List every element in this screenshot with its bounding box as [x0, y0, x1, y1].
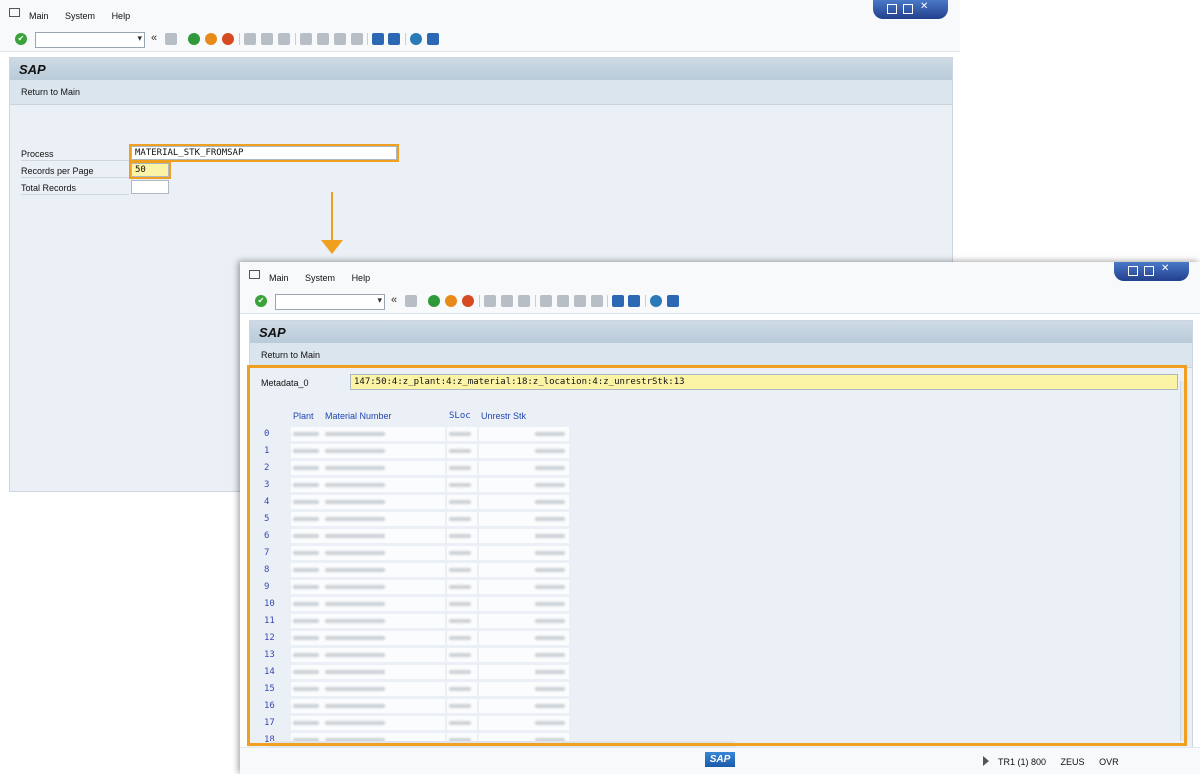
- find-icon[interactable]: [261, 33, 273, 45]
- process-field[interactable]: MATERIAL_STK_FROMSAP: [129, 144, 399, 162]
- standard-toolbar: ✔ «: [0, 26, 960, 52]
- sap-logo: SAP: [705, 752, 735, 767]
- app-menu-icon[interactable]: [9, 8, 20, 17]
- previous-page-icon[interactable]: [557, 295, 569, 307]
- transition-arrow: [331, 192, 333, 240]
- find-next-icon[interactable]: [278, 33, 290, 45]
- back-icon[interactable]: [188, 33, 200, 45]
- help-icon[interactable]: [650, 295, 662, 307]
- last-page-icon[interactable]: [351, 33, 363, 45]
- exit-icon[interactable]: [445, 295, 457, 307]
- sap-window-result: Main System Help ✕ ✔ «: [240, 262, 1200, 774]
- new-session-icon[interactable]: [612, 295, 624, 307]
- enter-check-icon[interactable]: ✔: [255, 295, 267, 307]
- menu-main[interactable]: Main: [29, 11, 49, 21]
- screen-title: SAP: [19, 62, 46, 77]
- menu-help[interactable]: Help: [112, 11, 131, 21]
- save-icon[interactable]: [165, 33, 177, 45]
- total-records-field[interactable]: [131, 180, 169, 194]
- previous-page-icon[interactable]: [317, 33, 329, 45]
- screen-title: SAP: [259, 325, 286, 340]
- next-page-icon[interactable]: [334, 33, 346, 45]
- window-controls: ✕: [873, 0, 948, 19]
- application-toolbar: Return to Main: [10, 80, 952, 105]
- standard-toolbar: ✔ «: [240, 288, 1200, 314]
- status-bar: SAP TR1 (1) 800 ZEUS OVR: [240, 747, 1200, 774]
- records-per-page-field[interactable]: 50: [129, 161, 171, 179]
- menu-system[interactable]: System: [65, 11, 95, 21]
- command-field[interactable]: [35, 32, 145, 48]
- cancel-icon[interactable]: [222, 33, 234, 45]
- maximize-icon[interactable]: [903, 4, 913, 14]
- minimize-icon[interactable]: [1128, 266, 1138, 276]
- back-icon[interactable]: [428, 295, 440, 307]
- first-page-icon[interactable]: [300, 33, 312, 45]
- screen-title-bar: SAP: [10, 58, 952, 80]
- print-icon[interactable]: [484, 295, 496, 307]
- shortcut-icon[interactable]: [388, 33, 400, 45]
- first-page-icon[interactable]: [540, 295, 552, 307]
- layout-menu-icon[interactable]: [667, 295, 679, 307]
- collapse-command-icon[interactable]: «: [151, 32, 157, 44]
- find-next-icon[interactable]: [518, 295, 530, 307]
- close-icon[interactable]: ✕: [920, 1, 928, 12]
- menu-bar: Main System Help ✕: [240, 262, 1200, 289]
- menu-main[interactable]: Main: [269, 273, 289, 283]
- find-icon[interactable]: [501, 295, 513, 307]
- app-menu-icon[interactable]: [249, 270, 260, 279]
- print-icon[interactable]: [244, 33, 256, 45]
- session-info[interactable]: TR1 (1) 800: [998, 757, 1046, 767]
- return-to-main-button[interactable]: Return to Main: [21, 87, 80, 97]
- last-page-icon[interactable]: [591, 295, 603, 307]
- exit-icon[interactable]: [205, 33, 217, 45]
- collapse-command-icon[interactable]: «: [391, 294, 397, 306]
- enter-check-icon[interactable]: ✔: [15, 33, 27, 45]
- screen-title-bar: SAP: [250, 321, 1192, 343]
- status-expand-icon[interactable]: [983, 756, 989, 766]
- insert-mode[interactable]: OVR: [1099, 757, 1119, 767]
- total-records-label: Total Records: [21, 183, 77, 193]
- menu-bar: Main System Help ✕: [0, 0, 960, 27]
- layout-menu-icon[interactable]: [427, 33, 439, 45]
- next-page-icon[interactable]: [574, 295, 586, 307]
- command-field[interactable]: [275, 294, 385, 310]
- save-icon[interactable]: [405, 295, 417, 307]
- maximize-icon[interactable]: [1144, 266, 1154, 276]
- help-icon[interactable]: [410, 33, 422, 45]
- menu-system[interactable]: System: [305, 273, 335, 283]
- process-label: Process: [21, 149, 54, 159]
- menu-help[interactable]: Help: [352, 273, 371, 283]
- result-highlight-frame: [247, 365, 1187, 746]
- transition-arrow-head: [321, 240, 343, 254]
- server-name: ZEUS: [1060, 757, 1085, 767]
- close-icon[interactable]: ✕: [1161, 263, 1169, 274]
- cancel-icon[interactable]: [462, 295, 474, 307]
- return-to-main-button[interactable]: Return to Main: [261, 350, 320, 360]
- minimize-icon[interactable]: [887, 4, 897, 14]
- window-controls: ✕: [1114, 262, 1189, 281]
- records-per-page-label: Records per Page: [21, 166, 94, 176]
- shortcut-icon[interactable]: [628, 295, 640, 307]
- new-session-icon[interactable]: [372, 33, 384, 45]
